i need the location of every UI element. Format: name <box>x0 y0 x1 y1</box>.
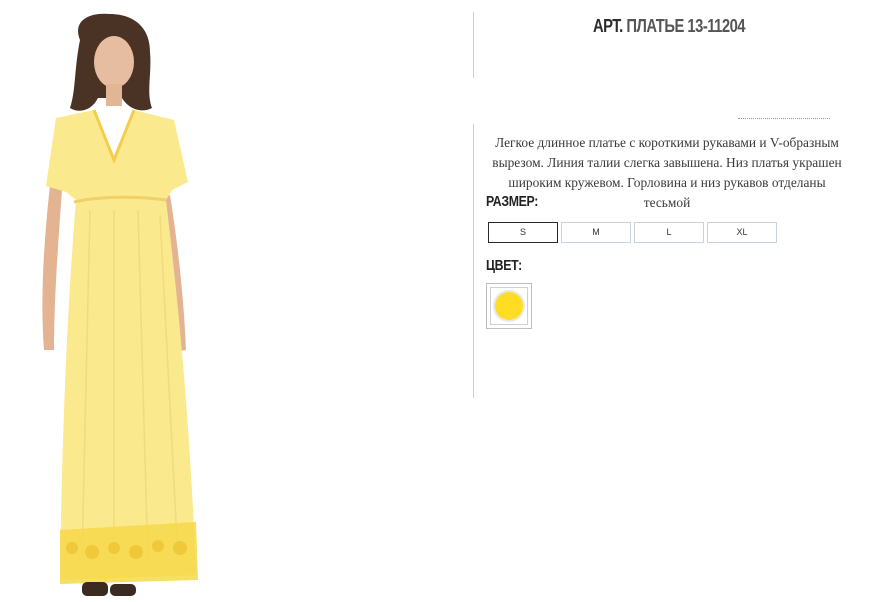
vertical-divider-bottom <box>473 124 474 398</box>
size-option-m[interactable]: M <box>561 222 631 243</box>
title-name: ПЛАТЬЕ 13-11204 <box>626 16 746 36</box>
title-prefix: АРТ. <box>592 16 623 36</box>
swatch-border <box>490 287 528 325</box>
product-description: Легкое длинное платье с короткими рукава… <box>492 135 842 210</box>
color-label: ЦВЕТ: <box>486 257 522 274</box>
vertical-divider-top <box>473 12 474 78</box>
product-photo <box>42 13 198 596</box>
size-option-l[interactable]: L <box>634 222 704 243</box>
size-selector: S M L XL <box>488 222 777 243</box>
product-title: АРТ. ПЛАТЬЕ 13-11204 <box>509 16 829 37</box>
size-option-s[interactable]: S <box>488 222 558 243</box>
size-label: РАЗМЕР: <box>486 193 539 210</box>
color-swatch-yellow[interactable] <box>486 283 532 329</box>
yellow-circle-icon <box>495 292 523 320</box>
size-option-xl[interactable]: XL <box>707 222 777 243</box>
dotted-separator <box>738 118 830 119</box>
